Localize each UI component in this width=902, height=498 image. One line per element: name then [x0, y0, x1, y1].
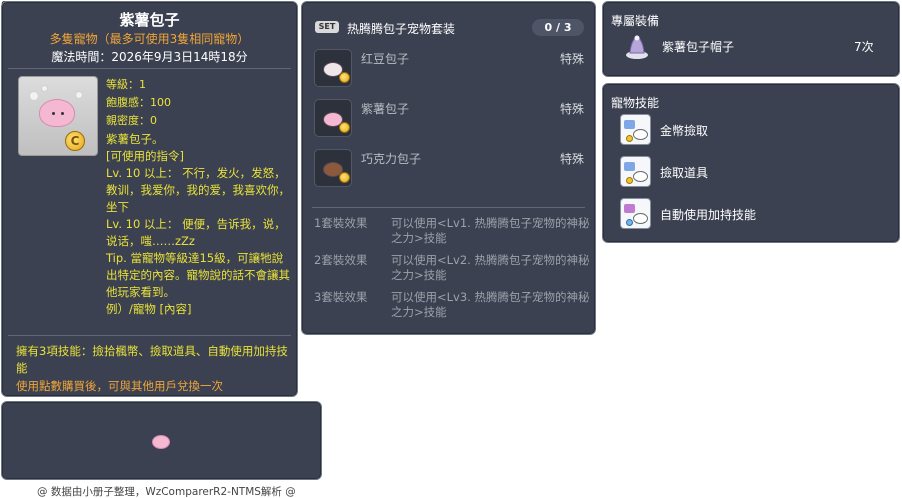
- icon-part: [626, 177, 633, 184]
- set-effect-text: 可以使用<Lv1. 热腾腾包子宠物的神秘之力>技能: [391, 216, 590, 245]
- bun-pet-icon: [314, 99, 352, 137]
- icon-part: [633, 213, 648, 224]
- item-description: 紫薯包子。 [可使用的指令] Lv. 10 以上： 不行，发火，发怒，教训，我爱…: [106, 131, 294, 318]
- stat-level: 等級：1: [106, 78, 146, 91]
- set-count: 0 / 3: [532, 19, 584, 36]
- pet-skill: 自動使用加持技能: [620, 198, 890, 230]
- coin-icon: [339, 172, 350, 183]
- desc-line: Tip. 當寵物等級達15級，可讓牠說出特定的內容。寵物說的話不會讓其他玩家看到…: [106, 251, 290, 299]
- pickup-meso-icon: [620, 114, 651, 145]
- icon-part: [624, 120, 635, 129]
- pet-skill-name: 自動使用加持技能: [660, 208, 757, 222]
- bun-pet-icon: [314, 149, 352, 187]
- auto-buff-icon: [620, 198, 651, 229]
- set-item: 红豆包子 特殊: [314, 49, 586, 89]
- pet-preview-panel: [1, 401, 322, 480]
- icon-part: [633, 129, 648, 140]
- footer-credit: @ 数据由小册子整理，WzComparerR2-NTMS解析 @: [37, 486, 296, 498]
- set-item-name: 红豆包子: [361, 52, 410, 66]
- set-effect-label: 1套裝效果: [314, 216, 368, 230]
- set-item-name: 紫薯包子: [361, 102, 410, 116]
- pet-hat-icon: [626, 35, 648, 59]
- equip-name: 紫薯包子帽子: [662, 40, 735, 54]
- pet-skill: 金幣撿取: [620, 114, 890, 146]
- equip-count: 7次: [854, 40, 874, 54]
- pet-skill-name: 撿取道具: [660, 166, 709, 180]
- magic-time: 魔法時間：2026年9月3日14時18分: [51, 50, 248, 64]
- divider: [312, 207, 585, 208]
- bubble-icon: [75, 91, 83, 99]
- trade-note: 使用點數購買後，可與其他用戶兌換一次: [16, 379, 223, 393]
- icon-part: [626, 219, 633, 226]
- desc-line: Lv. 10 以上： 便便，告诉我，说，说话，嗤……zZz: [106, 217, 286, 248]
- coin-icon: [339, 122, 350, 133]
- pet-skills-panel: 寵物技能 金幣撿取 撿取道具 自動使用加持技能: [602, 83, 900, 243]
- pet-skill: 撿取道具: [620, 156, 890, 188]
- stat-fullness: 飽腹感：100: [106, 96, 171, 109]
- icon-part: [624, 204, 635, 213]
- desc-line: 例）/寵物 [內容]: [106, 302, 192, 316]
- icon-part: [633, 171, 648, 182]
- divider: [8, 68, 291, 69]
- coin-icon: C: [65, 131, 85, 151]
- pet-preview-sprite: [152, 435, 170, 449]
- item-title: 紫薯包子: [119, 11, 180, 29]
- set-effect-text: 可以使用<Lv2. 热腾腾包子宠物的神秘之力>技能: [391, 253, 590, 282]
- pet-skill-name: 金幣撿取: [660, 124, 709, 138]
- set-effect-label: 2套裝效果: [314, 253, 368, 267]
- equip-heading: 專屬裝備: [611, 14, 660, 28]
- set-item: 巧克力包子 特殊: [314, 149, 586, 189]
- skills-summary: 擁有3項技能：撿拾楓幣、撿取道具、自動使用加持技能: [16, 344, 288, 375]
- icon-part: [626, 135, 633, 142]
- bubble-icon: [29, 91, 39, 101]
- set-item-tag: 特殊: [559, 102, 584, 116]
- set-item: 紫薯包子 特殊: [314, 99, 586, 139]
- item-subtitle: 多隻寵物（最多可使用3隻相同寵物）: [49, 32, 250, 46]
- item-tooltip-panel: 紫薯包子 多隻寵物（最多可使用3隻相同寵物） 魔法時間：2026年9月3日14時…: [1, 1, 298, 397]
- desc-line: [可使用的指令]: [106, 149, 184, 163]
- exclusive-equip-panel: 專屬裝備 紫薯包子帽子 7次: [602, 1, 900, 77]
- bun-pet-icon: [39, 99, 75, 127]
- set-effect-label: 3套裝效果: [314, 290, 368, 304]
- divider: [8, 335, 291, 336]
- set-panel: SET 热腾腾包子宠物套装 0 / 3 红豆包子 特殊 紫薯包子 特殊 巧克力包…: [301, 1, 596, 335]
- set-badge: SET: [315, 21, 339, 33]
- bun-pet-icon: [314, 49, 352, 87]
- pet-skills-heading: 寵物技能: [611, 96, 660, 110]
- pickup-item-icon: [620, 156, 651, 187]
- set-effect-text: 可以使用<Lv3. 热腾腾包子宠物的神秘之力>技能: [391, 290, 590, 319]
- item-icon: C: [18, 76, 98, 156]
- icon-part: [624, 162, 635, 171]
- set-item-tag: 特殊: [559, 152, 584, 166]
- coin-icon: [339, 72, 350, 83]
- desc-line: 紫薯包子。: [106, 132, 164, 146]
- bubble-icon: [41, 85, 48, 92]
- set-item-tag: 特殊: [559, 52, 584, 66]
- desc-line: Lv. 10 以上： 不行，发火，发怒，教训，我爱你，我的爱，我喜欢你，坐下: [106, 166, 290, 214]
- stat-closeness: 親密度：0: [106, 114, 157, 127]
- set-title: 热腾腾包子宠物套装: [347, 22, 456, 36]
- set-item-name: 巧克力包子: [361, 152, 422, 166]
